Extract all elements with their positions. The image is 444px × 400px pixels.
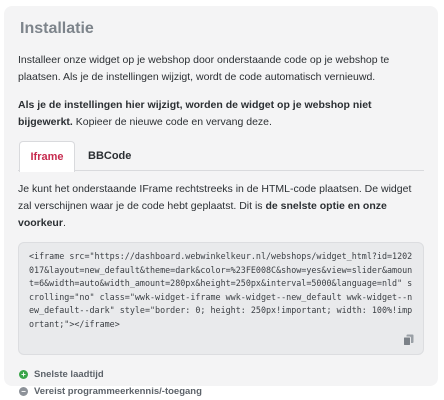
intro-text: Installeer onze widget op je webshop doo… — [18, 54, 390, 83]
minus-circle-icon: − — [19, 387, 28, 396]
tab-bar: Iframe BBCode — [18, 141, 424, 172]
warning-text: Als je de instellingen hier wijzigt, wor… — [18, 97, 424, 131]
tab-iframe[interactable]: Iframe — [19, 141, 75, 172]
section-title: Installatie — [20, 20, 94, 37]
feature-pro: + Snelste laadtijd — [18, 366, 424, 383]
feature-pro-text: Snelste laadtijd — [34, 369, 104, 380]
desc-end: . — [62, 217, 66, 229]
feature-con: − Vereist programmeerkennis/-toegang — [18, 383, 424, 400]
plus-circle-icon: + — [19, 370, 28, 379]
feature-list: + Snelste laadtijd − Vereist programmeer… — [18, 366, 424, 400]
tab-bbcode[interactable]: BBCode — [88, 141, 131, 171]
iframe-description: Je kunt het onderstaande IFrame rechtstr… — [18, 181, 424, 232]
code-box[interactable]: <iframe src="https://dashboard.webwinkel… — [18, 242, 424, 355]
warning-rest: Kopieer de nieuwe code en vervang deze. — [72, 116, 272, 128]
copy-icon[interactable] — [403, 334, 414, 346]
feature-con-text: Vereist programmeerkennis/-toegang — [34, 386, 202, 397]
installation-panel: Installatie Installeer onze widget op je… — [4, 6, 438, 397]
embed-code[interactable]: <iframe src="https://dashboard.webwinkel… — [29, 250, 413, 331]
